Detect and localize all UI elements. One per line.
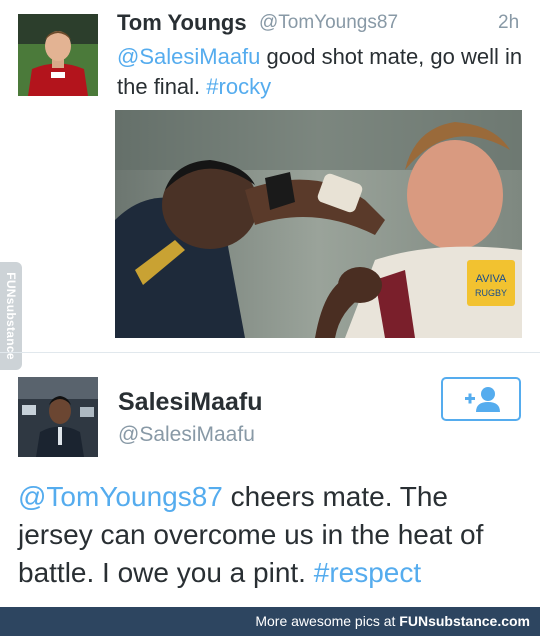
footer-bar: More awesome pics at FUNsubstance.com [0,607,540,636]
tweet1-mention[interactable]: @SalesiMaafu [117,44,260,69]
tweet1-photo[interactable]: AVIVA RUGBY [115,110,522,338]
footer-brand[interactable]: FUNsubstance.com [399,613,530,629]
tweet2-hashtag[interactable]: #respect [314,557,421,588]
profile-photo-icon [18,377,98,457]
tweet-divider [0,352,540,353]
tweet-tom-youngs: Tom Youngs @TomYoungs87 2h @SalesiMaafu … [0,0,540,352]
footer-caption: More awesome pics at [255,613,400,629]
tweet1-hashtag[interactable]: #rocky [206,74,271,99]
avatar-salesi-maafu[interactable] [18,377,98,457]
svg-text:RUGBY: RUGBY [475,288,507,298]
tweet1-timestamp[interactable]: 2h [498,12,519,34]
tweet2-author-handle[interactable]: @SalesiMaafu [118,423,255,447]
tweet2-mention[interactable]: @TomYoungs87 [18,481,223,512]
footer-text[interactable]: More awesome pics at FUNsubstance.com [255,613,530,629]
side-watermark: FUNsubstance [0,262,22,370]
rugby-punch-photo-icon: AVIVA RUGBY [115,110,522,338]
svg-text:AVIVA: AVIVA [476,273,507,285]
tweet1-author-handle[interactable]: @TomYoungs87 [259,12,398,34]
add-user-icon [465,387,500,412]
tweet1-author-name[interactable]: Tom Youngs [117,10,247,36]
follow-button[interactable] [441,377,521,421]
tweet1-text: @SalesiMaafu good shot mate, go well in … [117,42,527,102]
tweet2-text: @TomYoungs87 cheers mate. The jersey can… [18,478,528,592]
tweet2-author-name[interactable]: SalesiMaafu [118,388,263,417]
avatar-tom-youngs[interactable] [18,14,98,96]
side-watermark-text: FUNsubstance [4,272,18,360]
profile-photo-icon [18,14,98,96]
